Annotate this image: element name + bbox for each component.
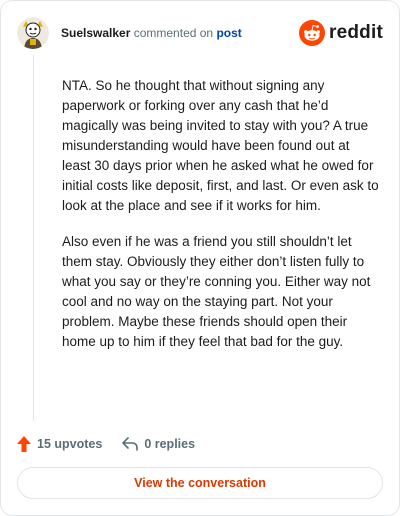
comment-actions: 15 upvotes 0 replies: [17, 433, 195, 455]
comment-meta: Suelswalker commented on post: [61, 25, 242, 41]
reply-count: 0 replies: [144, 437, 196, 451]
username[interactable]: Suelswalker: [61, 26, 130, 40]
reddit-wordmark: reddit: [329, 22, 383, 43]
comment-card: Suelswalker commented on post reddit NTA…: [0, 0, 400, 516]
upvote-arrow-icon: [17, 436, 31, 452]
upvote-action[interactable]: 15 upvotes: [17, 436, 102, 452]
comment-body: NTA. So he thought that without signing …: [62, 76, 380, 368]
upvote-count: 15 upvotes: [37, 437, 103, 451]
comment-paragraph-2: Also even if he was a friend you still s…: [62, 234, 371, 349]
commented-on-text: commented on: [133, 26, 214, 40]
comment-paragraph-1: NTA. So he thought that without signing …: [62, 78, 379, 213]
reply-arrow-icon: [122, 437, 139, 451]
post-link[interactable]: post: [216, 26, 241, 40]
comment-header: Suelswalker commented on post reddit: [17, 17, 383, 53]
thread-line: [33, 55, 34, 421]
avatar-image: [17, 17, 49, 49]
reddit-brand[interactable]: reddit: [299, 20, 383, 46]
reply-action[interactable]: 0 replies: [122, 437, 195, 451]
view-conversation-button[interactable]: View the conversation: [17, 467, 383, 499]
avatar[interactable]: [17, 17, 49, 49]
reddit-logo-icon: [299, 20, 326, 46]
